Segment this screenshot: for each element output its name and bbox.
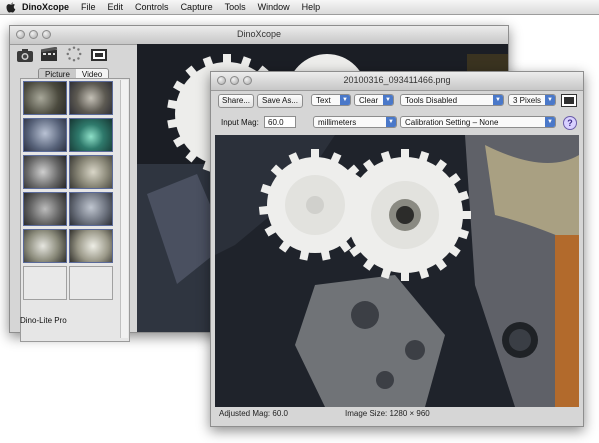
thumbnail[interactable] <box>23 155 67 189</box>
menu-capture[interactable]: Capture <box>175 0 219 14</box>
menu-app-name[interactable]: DinoXcope <box>18 0 75 14</box>
adjusted-mag-readout: Adjusted Mag: 60.0 <box>219 409 288 418</box>
thumbnail-empty <box>69 266 113 300</box>
thumbnail[interactable] <box>69 192 113 226</box>
tools-select[interactable]: Tools Disabled ▼ <box>400 94 504 106</box>
clear-select-value: Clear <box>359 96 379 105</box>
menu-window[interactable]: Window <box>252 0 296 14</box>
pixels-select[interactable]: 3 Pixels ▼ <box>508 94 556 106</box>
camera-icon[interactable] <box>16 47 34 63</box>
captured-image-view[interactable] <box>215 135 579 407</box>
dropdown-arrow-icon: ▼ <box>545 95 555 105</box>
text-select[interactable]: Text ▼ <box>311 94 351 106</box>
help-button[interactable]: ? <box>563 116 577 130</box>
thumbnail[interactable] <box>23 81 67 115</box>
unit-select-value: millimeters <box>318 118 357 127</box>
thumbnail-scrollbar[interactable] <box>120 80 128 338</box>
film-icon[interactable] <box>40 47 58 63</box>
menu-help[interactable]: Help <box>296 0 327 14</box>
image-window: 20100316_093411466.png Share... Save As.… <box>210 71 584 427</box>
calibration-select[interactable]: Calibration Setting – None ▼ <box>400 116 556 128</box>
main-window-title: DinoXcope <box>236 29 282 39</box>
thumbnail[interactable] <box>23 192 67 226</box>
thumbnail[interactable] <box>69 229 113 263</box>
dropdown-arrow-icon: ▼ <box>493 95 503 105</box>
thumbnail-list <box>20 78 130 342</box>
clear-select[interactable]: Clear ▼ <box>354 94 394 106</box>
thumbnail[interactable] <box>23 118 67 152</box>
dropdown-arrow-icon: ▼ <box>545 117 555 127</box>
fullscreen-icon[interactable] <box>90 47 108 63</box>
thumbnail[interactable] <box>69 81 113 115</box>
unit-select[interactable]: millimeters ▼ <box>313 116 397 128</box>
dropdown-arrow-icon: ▼ <box>340 95 350 105</box>
menu-controls[interactable]: Controls <box>129 0 175 14</box>
device-name: Dino-Lite Pro <box>20 316 67 325</box>
input-mag-label: Input Mag: <box>221 118 259 127</box>
image-window-titlebar[interactable]: 20100316_093411466.png <box>211 72 583 91</box>
dropdown-arrow-icon: ▼ <box>386 117 396 127</box>
text-select-value: Text <box>316 96 331 105</box>
menu-tools[interactable]: Tools <box>219 0 252 14</box>
menu-bar: DinoXcope File Edit Controls Capture Too… <box>0 0 599 15</box>
thumbnail[interactable] <box>23 229 67 263</box>
calibration-select-value: Calibration Setting – None <box>405 118 499 127</box>
fullscreen-icon[interactable] <box>561 94 577 107</box>
tools-select-value: Tools Disabled <box>405 96 458 105</box>
captured-image <box>215 135 579 407</box>
main-window-titlebar[interactable]: DinoXcope <box>10 26 508 45</box>
image-size-readout: Image Size: 1280 × 960 <box>345 409 430 418</box>
thumbnail[interactable] <box>69 118 113 152</box>
save-as-button[interactable]: Save As... <box>257 94 303 108</box>
apple-menu-icon[interactable] <box>4 0 18 14</box>
menu-edit[interactable]: Edit <box>102 0 130 14</box>
menu-file[interactable]: File <box>75 0 102 14</box>
input-mag-field[interactable]: 60.0 <box>264 116 296 128</box>
thumbnail[interactable] <box>69 155 113 189</box>
image-window-title: 20100316_093411466.png <box>343 75 451 85</box>
share-button[interactable]: Share... <box>218 94 254 108</box>
settings-icon[interactable] <box>65 46 83 62</box>
pixels-select-value: 3 Pixels <box>513 96 542 105</box>
dropdown-arrow-icon: ▼ <box>383 95 393 105</box>
thumbnail-empty <box>23 266 67 300</box>
